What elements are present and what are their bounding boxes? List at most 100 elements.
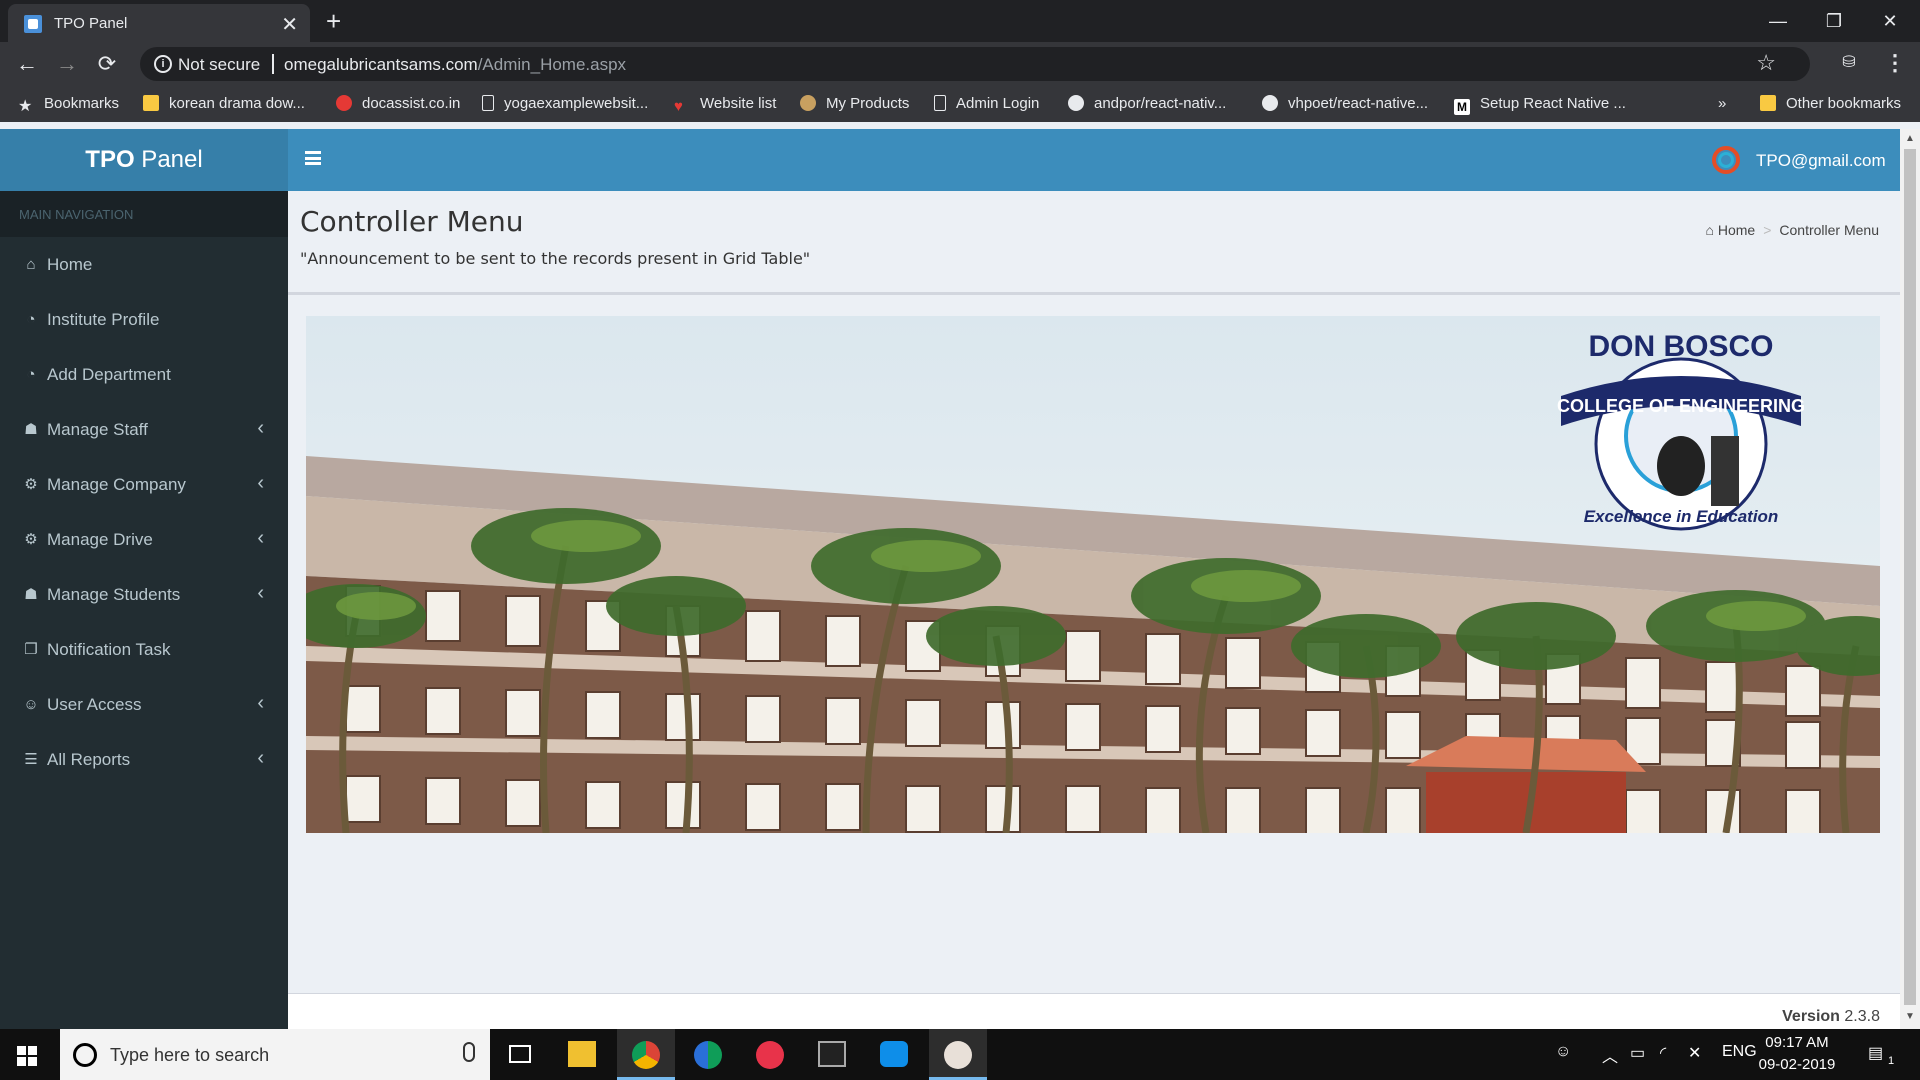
windows-start-icon[interactable] [17, 1046, 37, 1066]
windows-taskbar: Type here to search ☺ ︿ ▭ ◜ ✕ ENG 09:17 … [0, 1029, 1920, 1080]
taskbar-clock[interactable]: 09:17 AM 09-02-2019 [1757, 1032, 1837, 1076]
breadcrumb-home[interactable]: Home [1718, 222, 1755, 238]
restore-button[interactable]: ❐ [1806, 4, 1862, 38]
bookmark-item[interactable]: docassist.co.in [336, 95, 460, 115]
url-text[interactable]: omegalubricantsams.com/Admin_Home.aspx [284, 55, 626, 75]
address-bar[interactable]: i Not secure omegalubricantsams.com/Admi… [140, 47, 1810, 81]
show-hidden-icons[interactable]: ︿ [1602, 1043, 1618, 1067]
home-icon: ⌂ [26, 256, 36, 273]
scroll-down-icon[interactable]: ▼ [1904, 1011, 1916, 1022]
chrome-button[interactable] [617, 1029, 675, 1080]
chevron-left-icon[interactable]: ‹ [257, 472, 264, 495]
clock-date: 09-02-2019 [1758, 1056, 1836, 1073]
minimize-button[interactable]: — [1750, 4, 1806, 38]
sidebar-item-home[interactable]: ⌂ Home [0, 237, 288, 292]
notification-center-icon[interactable]: ▤ [1868, 1043, 1883, 1063]
folder-icon [568, 1041, 596, 1067]
notification-count: 1 [1888, 1055, 1895, 1067]
bookmark-label: Bookmarks [44, 95, 120, 112]
back-icon[interactable]: ← [13, 50, 41, 78]
url-path: /Admin_Home.aspx [477, 55, 627, 74]
tab-title: TPO Panel [54, 15, 128, 32]
file-explorer-button[interactable] [553, 1029, 611, 1080]
sidebar-item-manage-drive[interactable]: ⚙ Manage Drive ‹ [0, 512, 288, 567]
browser-tab[interactable]: TPO Panel ✕ [8, 4, 310, 42]
app-button[interactable] [741, 1029, 799, 1080]
terminal-button[interactable] [803, 1029, 861, 1080]
browser-menu-icon[interactable]: ⋮ [1884, 50, 1906, 76]
chevron-left-icon[interactable]: ‹ [257, 527, 264, 550]
sidebar-item-manage-staff[interactable]: ☗ Manage Staff ‹ [0, 402, 288, 457]
bookmark-label: My Products [826, 95, 910, 112]
sidebar-item-institute-profile[interactable]: ◔ Institute Profile [0, 292, 288, 347]
chevron-left-icon[interactable]: ‹ [257, 747, 264, 770]
close-window-button[interactable]: ✕ [1862, 4, 1918, 38]
chevron-left-icon[interactable]: ‹ [257, 417, 264, 440]
paint-button[interactable] [929, 1029, 987, 1080]
language-indicator[interactable]: ENG [1722, 1043, 1757, 1061]
app-button[interactable] [679, 1029, 737, 1080]
url-separator [272, 54, 274, 74]
bookmark-label: vhpoet/react-native... [1288, 95, 1429, 112]
bookmark-item[interactable]: andpor/react-nativ... [1068, 95, 1226, 115]
users-icon: ☗ [24, 586, 38, 603]
bookmark-item[interactable]: My Products [800, 95, 909, 115]
cortana-icon [73, 1043, 97, 1067]
info-icon[interactable]: i [154, 55, 172, 73]
other-bookmarks[interactable]: Other bookmarks [1760, 95, 1901, 115]
scroll-up-icon[interactable]: ▲ [1904, 133, 1916, 144]
sidebar-item-label: Institute Profile [47, 310, 160, 329]
sidebar-item-manage-company[interactable]: ⚙ Manage Company ‹ [0, 457, 288, 512]
sidebar-item-notification-task[interactable]: ❐ Notification Task [0, 622, 288, 677]
microphone-icon[interactable] [463, 1042, 475, 1062]
scroll-thumb[interactable] [1904, 149, 1916, 1005]
bookmark-label: Admin Login [956, 95, 1040, 112]
sidebar-item-all-reports[interactable]: ☰ All Reports ‹ [0, 732, 288, 787]
user-avatar[interactable] [1712, 146, 1740, 174]
chevron-left-icon[interactable]: ‹ [257, 582, 264, 605]
chevron-left-icon[interactable]: ‹ [257, 692, 264, 715]
bookmark-item[interactable]: ♥ Website list [674, 95, 776, 115]
bookmark-item[interactable]: vhpoet/react-native... [1262, 95, 1428, 115]
security-label[interactable]: Not secure [178, 55, 260, 75]
forward-icon[interactable]: → [53, 50, 81, 78]
sidebar-item-label: Home [47, 255, 93, 274]
sidebar-item-label: User Access [47, 695, 142, 714]
bookmark-item[interactable]: yogaexamplewebsit... [482, 95, 648, 115]
bookmarks-overflow-button[interactable]: » [1718, 95, 1726, 115]
sidebar-item-manage-students[interactable]: ☗ Manage Students ‹ [0, 567, 288, 622]
people-icon[interactable]: ☺ [1555, 1043, 1571, 1061]
sidebar-item-user-access[interactable]: ☺ User Access ‹ [0, 677, 288, 732]
tab-close-icon[interactable]: ✕ [281, 12, 298, 37]
volume-muted-icon[interactable]: ✕ [1688, 1043, 1701, 1063]
top-navbar: TPO@gmail.com [288, 129, 1900, 191]
url-host: omegalubricantsams.com [284, 55, 478, 74]
reload-icon[interactable]: ⟳ [93, 50, 121, 78]
breadcrumb: ⌂ Home > Controller Menu [1705, 222, 1879, 238]
extension-icon[interactable]: ⛁ [1838, 52, 1860, 74]
header-divider [288, 292, 1900, 295]
campus-photo: DON BOSCO COLLEGE OF ENGINEERING Excelle… [306, 316, 1880, 833]
version-number: 2.3.8 [1844, 1008, 1880, 1025]
app-logo[interactable]: TPO Panel [0, 129, 288, 191]
bookmark-item[interactable]: Admin Login [934, 95, 1039, 115]
wifi-icon[interactable]: ◜ [1660, 1043, 1666, 1063]
page-scrollbar[interactable]: ▲ ▼ [1900, 129, 1920, 1029]
dashboard-icon: ◔ [26, 311, 36, 328]
sidebar-toggle-icon[interactable] [305, 151, 321, 165]
bookmark-label: Setup React Native ... [1480, 95, 1626, 112]
battery-icon[interactable]: ▭ [1630, 1043, 1645, 1063]
new-tab-button[interactable]: + [326, 6, 341, 37]
bookmark-label: andpor/react-nativ... [1094, 95, 1227, 112]
bookmark-item[interactable]: M Setup React Native ... [1454, 95, 1626, 115]
sidebar-item-add-department[interactable]: ◔ Add Department [0, 347, 288, 402]
user-email[interactable]: TPO@gmail.com [1756, 151, 1886, 171]
bookmark-star-icon[interactable]: ☆ [1756, 50, 1776, 76]
task-view-button[interactable] [491, 1029, 549, 1080]
bookmark-item[interactable]: korean drama dow... [143, 95, 305, 115]
bookmarks-bar: ★ Bookmarks korean drama dow... docassist… [0, 86, 1920, 122]
taskbar-search[interactable]: Type here to search [60, 1029, 490, 1080]
teamviewer-button[interactable] [865, 1029, 923, 1080]
logo-motto-text: Excellence in Education [1584, 507, 1779, 526]
bookmark-item[interactable]: ★ Bookmarks [18, 95, 119, 115]
